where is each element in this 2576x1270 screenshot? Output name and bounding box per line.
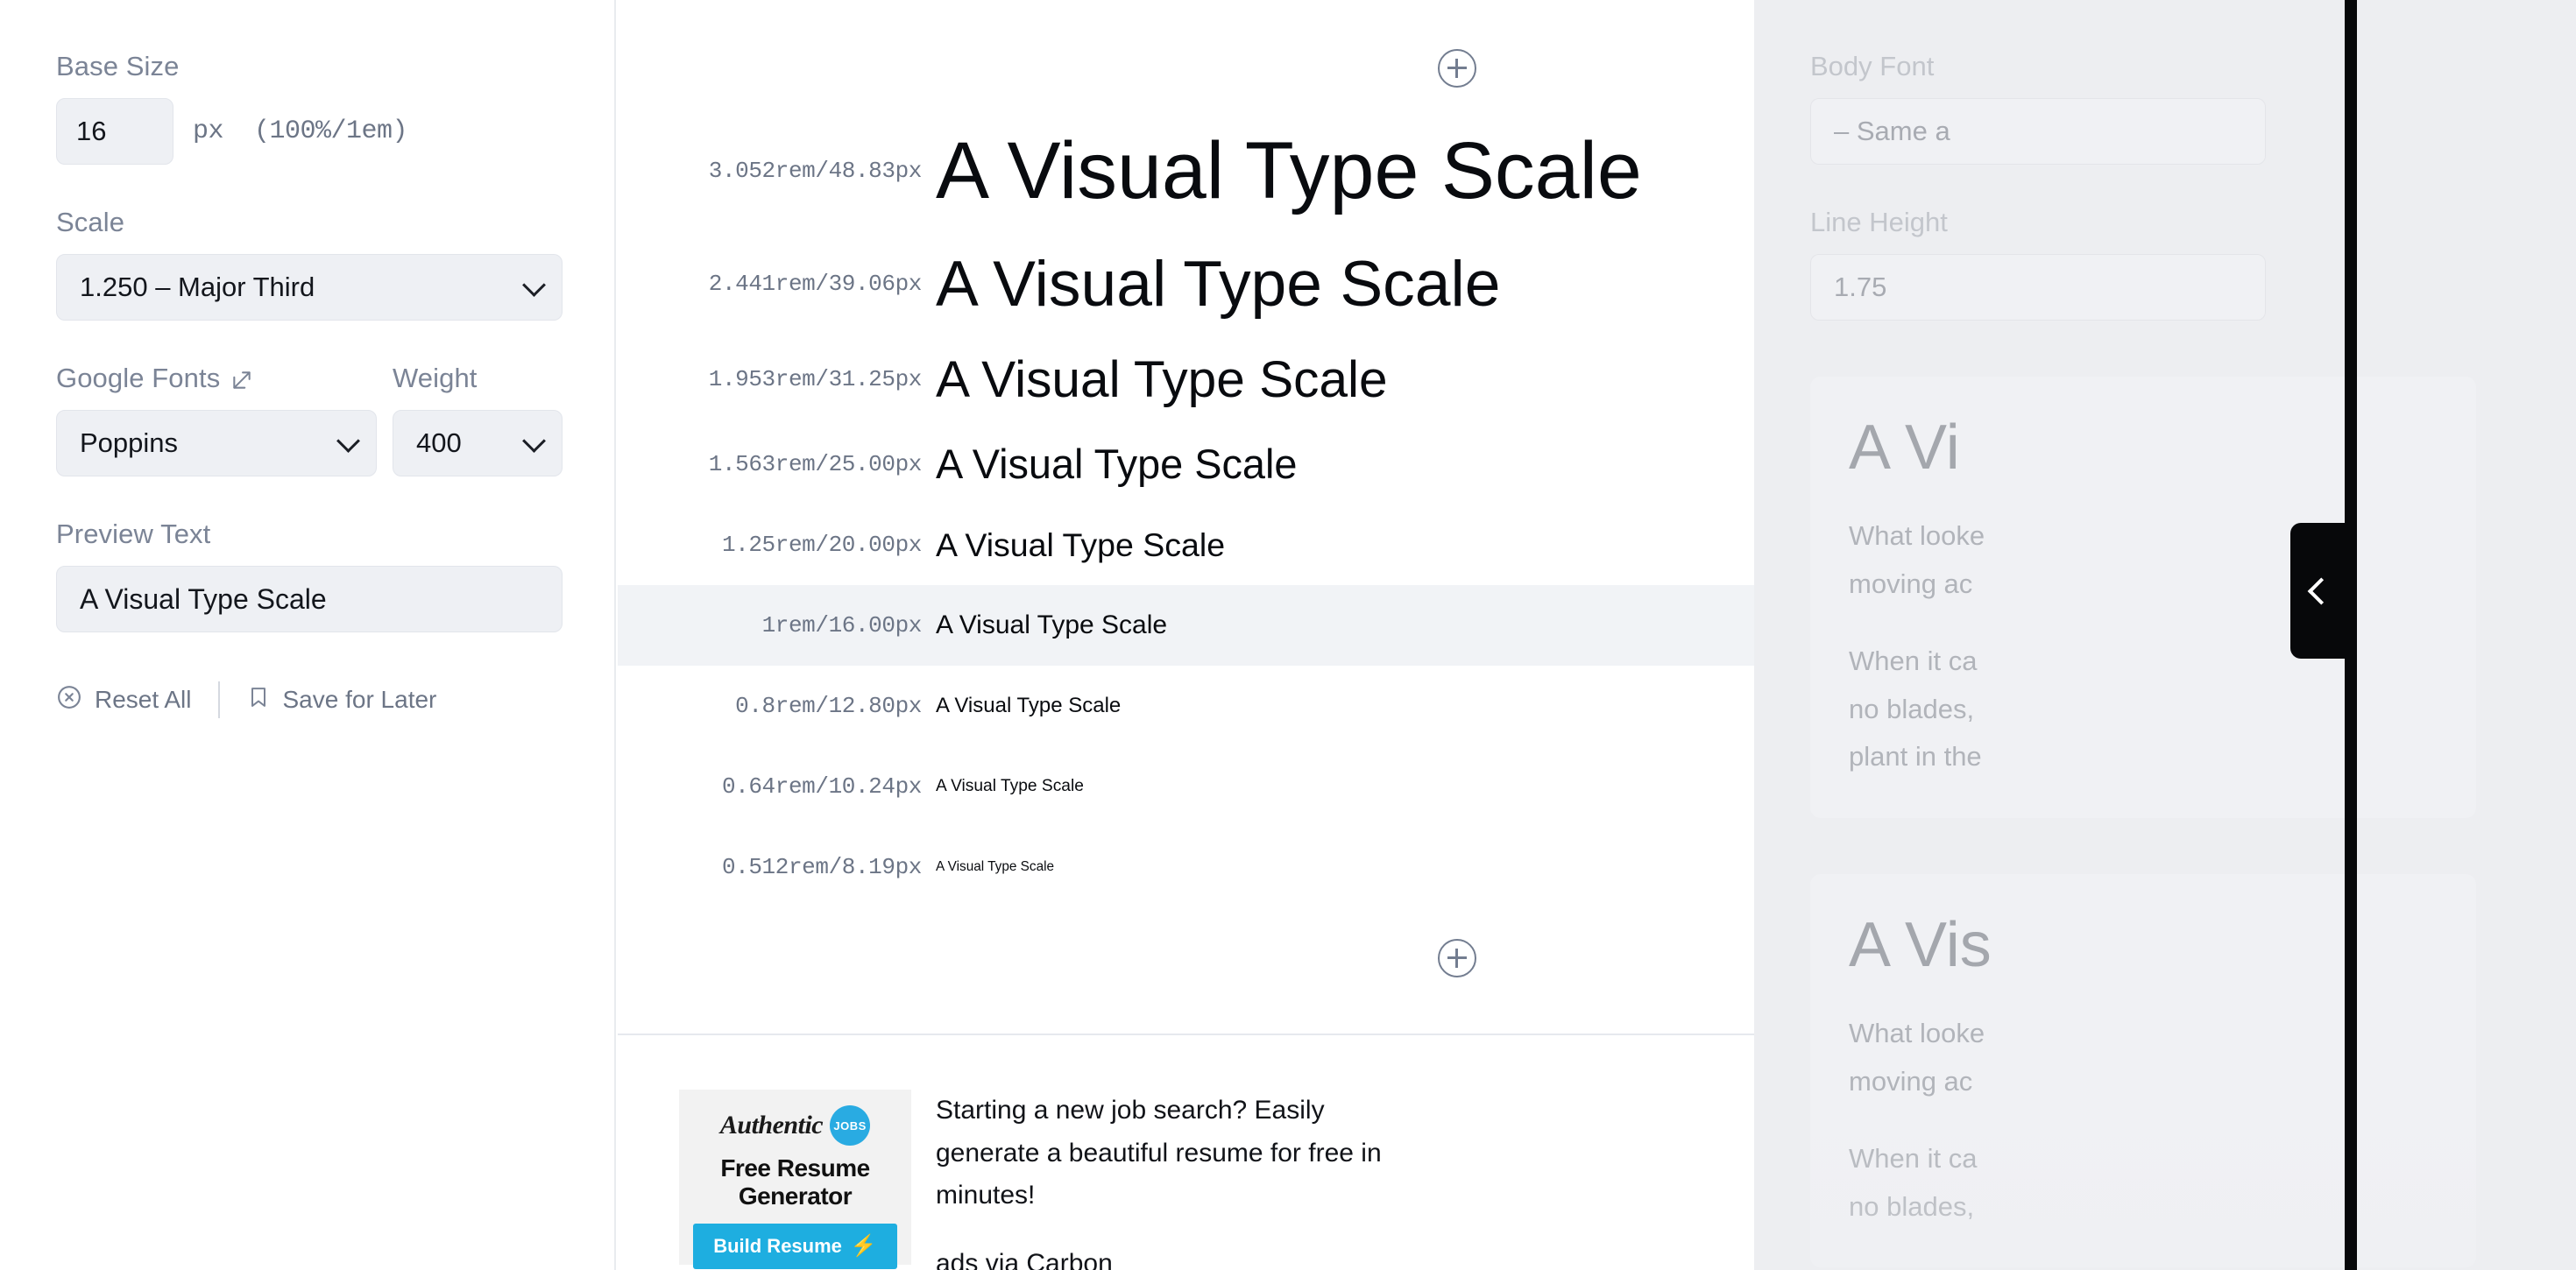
scale-select[interactable]: 1.250 – Major Third	[56, 254, 563, 321]
preview-card-line: When it ca	[1849, 1143, 1978, 1175]
scale-label: Scale	[56, 207, 125, 237]
ad-image[interactable]: Authentic JOBS Free Resume Generator Bui…	[679, 1090, 911, 1269]
preview-card-line: no blades,	[1849, 1190, 1975, 1222]
font-weight-group: Google Fonts Poppins Weight 400	[56, 363, 614, 476]
external-link-icon[interactable]	[230, 367, 253, 390]
collapse-panel-button[interactable]	[2290, 523, 2345, 659]
plus-circle-icon[interactable]	[1437, 49, 1476, 88]
scale-row-size-label: 1.953rem/31.25px	[708, 366, 923, 393]
reset-all-label: Reset All	[95, 686, 192, 713]
type-scale-app: Base Size 16 px (100%/1em) Scale 1.250 –…	[0, 0, 2576, 1270]
preview-card-line: moving ac	[1849, 568, 1973, 599]
circle-x-icon	[56, 684, 82, 716]
right-preview-cards: A Vi What looke moving ac When it ca no blad…	[1810, 377, 2576, 1268]
line-height-input[interactable]: 1.75	[1810, 254, 2266, 321]
ad-badge: JOBS	[830, 1105, 871, 1147]
google-fonts-group: Google Fonts Poppins	[56, 363, 377, 476]
reset-all-button[interactable]: Reset All	[56, 684, 192, 716]
base-size-row: 16 px (100%/1em)	[56, 98, 614, 165]
google-fonts-label: Google Fonts	[56, 363, 377, 394]
scale-row-size-label: 1.25rem/20.00px	[721, 532, 922, 559]
scale-row-size-label: 1rem/16.00px	[761, 612, 923, 639]
sidebar-actions: Reset All Save for Later	[56, 681, 614, 718]
line-height-group: Line Height 1.75	[1810, 207, 2576, 321]
weight-value: 400	[416, 427, 462, 458]
ad-body: Starting a new job search? Easily genera…	[936, 1096, 1382, 1210]
bookmark-icon	[246, 684, 271, 716]
preview-card-heading: A Vi	[1849, 413, 1960, 483]
scale-row-size-label: 3.052rem/48.83px	[708, 158, 923, 185]
preview-card-line: no blades,	[1849, 693, 1975, 724]
preview-card-line: plant in the	[1849, 741, 1982, 773]
weight-select[interactable]: 400	[393, 410, 563, 476]
google-fonts-value: Poppins	[80, 427, 179, 458]
google-fonts-select[interactable]: Poppins	[56, 410, 377, 476]
base-size-suffix: px (100%/1em)	[193, 116, 408, 146]
ads-via-carbon-link[interactable]: ads via Carbon	[936, 1249, 1426, 1270]
scale-row-size-label: 1.563rem/25.00px	[708, 451, 923, 478]
weight-label: Weight	[393, 363, 478, 393]
base-size-group: Base Size 16 px (100%/1em)	[56, 51, 614, 165]
save-for-later-button[interactable]: Save for Later	[246, 684, 437, 716]
ad-headline: Free Resume Generator	[679, 1154, 911, 1210]
panel-spine	[2345, 0, 2357, 1270]
scale-row-size-label: 0.512rem/8.19px	[721, 854, 922, 881]
base-size-label: Base Size	[56, 51, 180, 81]
settings-sidebar: Base Size 16 px (100%/1em) Scale 1.250 –…	[0, 0, 616, 1270]
ad-brand: Authentic	[719, 1111, 824, 1140]
body-font-select[interactable]: – Same a	[1810, 98, 2266, 165]
right-settings-panel: Body Font – Same a Line Height 1.75 A Vi…	[1754, 0, 2576, 1270]
save-for-later-label: Save for Later	[282, 686, 437, 713]
bolt-icon: ⚡	[850, 1234, 877, 1259]
chevron-down-icon	[522, 273, 546, 297]
preview-card-line: What looke	[1849, 1018, 1985, 1049]
scale-row-size-label: 0.64rem/10.24px	[721, 773, 922, 801]
scale-group: Scale 1.250 – Major Third	[56, 207, 614, 321]
chevron-down-icon	[336, 429, 360, 453]
body-font-label: Body Font	[1810, 51, 1935, 81]
ad-cta-label: Build Resume	[713, 1234, 842, 1257]
preview-text-label: Preview Text	[56, 519, 211, 549]
scale-row-size-label: 0.8rem/12.80px	[735, 693, 922, 720]
ad-headline-line2: Generator	[738, 1182, 853, 1210]
preview-text-group: Preview Text A Visual Type Scale	[56, 519, 614, 632]
preview-card: A Vi What looke moving ac When it ca no blad…	[1810, 377, 2476, 818]
action-divider	[217, 681, 220, 718]
preview-card: A Vis What looke moving ac When it ca no bla…	[1810, 873, 2476, 1268]
preview-card-line: What looke	[1849, 520, 1985, 552]
chevron-left-icon	[2307, 576, 2335, 605]
build-resume-button[interactable]: Build Resume ⚡	[693, 1223, 897, 1269]
preview-text-input[interactable]: A Visual Type Scale	[56, 566, 563, 632]
body-font-group: Body Font – Same a	[1810, 51, 2576, 165]
preview-card-line: moving ac	[1849, 1065, 1973, 1097]
plus-circle-icon[interactable]	[1437, 939, 1476, 978]
ad-logo-row: Authentic JOBS	[679, 1102, 911, 1147]
preview-card-heading: A Vis	[1849, 909, 1992, 980]
line-height-label: Line Height	[1810, 207, 1948, 237]
weight-group: Weight 400	[393, 363, 563, 476]
ad-headline-line1: Free Resume	[720, 1154, 870, 1182]
scale-select-value: 1.250 – Major Third	[80, 272, 315, 302]
chevron-down-icon	[522, 429, 546, 453]
ad-body-wrap: Starting a new job search? Easily genera…	[936, 1090, 1426, 1270]
preview-card-line: When it ca	[1849, 646, 1978, 677]
scale-row-size-label: 2.441rem/39.06px	[708, 270, 923, 297]
base-size-input[interactable]: 16	[56, 98, 173, 165]
